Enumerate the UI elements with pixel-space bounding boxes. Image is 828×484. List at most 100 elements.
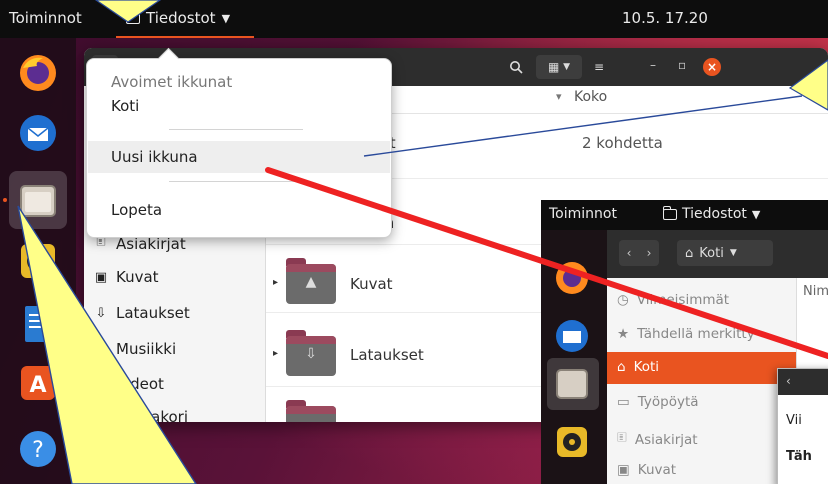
- hamburger-icon: ≡: [593, 60, 605, 74]
- search-button[interactable]: [504, 55, 528, 79]
- search-icon: [510, 61, 523, 74]
- popup-item-recent: Vii: [786, 413, 802, 428]
- row-name: Kuvat: [350, 275, 393, 293]
- menu-separator: [169, 129, 303, 130]
- sidebar-item-downloads[interactable]: ⇩ Lataukset: [94, 304, 190, 322]
- activities-button: Toiminnot: [549, 206, 617, 222]
- sidebar-item-label: Musiikki: [116, 340, 177, 358]
- image-icon: ▣: [94, 269, 108, 285]
- location-button: ⌂ Koti ▼: [677, 240, 773, 266]
- sidebar-item-recent: ◷ Viimeisimmät: [617, 292, 729, 308]
- files-icon[interactable]: [15, 178, 61, 224]
- app-menu-button: Tiedostot ▼: [662, 205, 761, 222]
- sidebar-item-label: Työpöytä: [637, 394, 699, 410]
- dock: A ?: [0, 38, 76, 484]
- thunderbird-icon: [552, 316, 592, 360]
- chevron-down-icon: ▼: [751, 207, 761, 221]
- grid-icon: ▦: [547, 60, 560, 74]
- sidebar-item-label: Viimeisimmät: [636, 292, 730, 308]
- downloads-folder-icon: ⇩: [286, 330, 336, 376]
- software-center-icon[interactable]: A: [15, 360, 61, 406]
- location-label: Koti: [699, 245, 724, 261]
- document-icon: 🗉: [617, 430, 627, 446]
- menu-item-quit[interactable]: Lopeta: [111, 201, 162, 219]
- column-header-size[interactable]: Koko: [574, 89, 607, 105]
- running-indicator: [3, 198, 7, 202]
- inset-header-bar: ‹ › ⌂ Koti ▼: [607, 230, 828, 278]
- svg-text:?: ?: [32, 438, 44, 463]
- app-menu-underline: [116, 36, 254, 38]
- sidebar-item-label: Asiakirjat: [634, 431, 698, 448]
- folder-icon: [286, 400, 336, 422]
- download-icon: ⇩: [95, 305, 107, 321]
- clock[interactable]: 10.5. 17.20: [622, 9, 708, 27]
- video-icon: ▶: [96, 376, 106, 392]
- home-icon: ⌂: [685, 245, 694, 261]
- menu-item-home[interactable]: Koti: [111, 97, 139, 115]
- image-icon: ▣: [617, 462, 630, 478]
- sidebar-item-label: Lataukset: [116, 304, 190, 322]
- popup-item-starred: Täh: [786, 449, 812, 464]
- writer-icon[interactable]: [15, 302, 61, 348]
- help-icon[interactable]: ?: [15, 426, 61, 472]
- inset-popup-window: ‹ Vii Täh: [777, 368, 828, 484]
- chevron-down-icon: ▼: [221, 11, 231, 25]
- sidebar-item-documents: 🗉 Asiakirjat: [617, 428, 698, 451]
- menu-button[interactable]: ≡: [586, 55, 612, 79]
- inset-sidebar: ◷ Viimeisimmät ★ Tähdellä merkitty ⌂ Koti ▭…: [607, 278, 797, 484]
- inset-top-bar: Toiminnot Tiedostot ▼: [541, 200, 828, 230]
- menu-separator: [169, 181, 303, 182]
- close-button[interactable]: ×: [703, 58, 721, 76]
- sidebar-item-label: Roskakori: [116, 408, 189, 422]
- firefox-icon[interactable]: [15, 50, 61, 96]
- app-menu-button[interactable]: Tiedostot ▼: [125, 9, 231, 27]
- view-toggle-button[interactable]: ▦ ▼: [536, 55, 582, 79]
- chevron-down-icon: ▼: [729, 248, 737, 258]
- rhythmbox-icon: [552, 422, 592, 466]
- svg-text:A: A: [29, 373, 46, 398]
- sidebar-item-videos[interactable]: ▶ Videot: [94, 375, 164, 393]
- folder-icon: [662, 205, 677, 220]
- sidebar-item-music[interactable]: ♫ Musiikki: [94, 340, 176, 358]
- minimize-button[interactable]: –: [650, 58, 656, 72]
- sidebar-item-trash[interactable]: 🗑 Roskakori: [94, 408, 188, 422]
- thunderbird-icon[interactable]: [15, 110, 61, 156]
- sidebar-item-pictures[interactable]: ▣ Kuvat: [94, 268, 159, 286]
- sidebar-item-label: Koti: [633, 359, 660, 375]
- expander-icon[interactable]: ▸: [273, 277, 278, 288]
- clock-icon: ◷: [617, 292, 629, 308]
- firefox-icon: [552, 258, 592, 302]
- inset-screenshot: Toiminnot Tiedostot ▼ ‹ › ⌂ Koti ▼ ◷ Vii…: [541, 200, 828, 484]
- music-icon: ♫: [95, 341, 107, 357]
- nav-buttons: ‹ ›: [619, 240, 659, 266]
- maximize-button[interactable]: ▫: [678, 58, 686, 72]
- rhythmbox-icon[interactable]: [15, 238, 61, 284]
- star-icon: ★: [617, 326, 630, 342]
- home-icon: ⌂: [617, 359, 626, 375]
- sidebar-item-desktop: ▭ Työpöytä: [617, 394, 699, 410]
- column-header-name: Nim: [803, 284, 828, 299]
- chevron-right-icon: ›: [646, 246, 652, 260]
- activities-button[interactable]: Toiminnot: [9, 9, 82, 27]
- row-size: 2 kohdetta: [582, 134, 663, 152]
- chevron-down-icon: ▼: [563, 62, 571, 72]
- files-icon: [552, 364, 592, 408]
- trash-icon: 🗑: [94, 409, 111, 423]
- menu-item-new-window[interactable]: Uusi ikkuna: [111, 148, 198, 166]
- top-bar: Toiminnot Tiedostot ▼ 10.5. 17.20: [0, 0, 828, 38]
- sort-arrow-icon: ▾: [556, 90, 562, 103]
- row-name: Lataukset: [350, 346, 424, 364]
- sidebar-item-label: Videot: [116, 375, 164, 393]
- desktop-icon: ▭: [617, 394, 630, 410]
- sidebar-item-label: Kuvat: [116, 268, 159, 286]
- app-menu-popover: Avoimet ikkunat Koti Uusi ikkuna Lopeta: [86, 58, 392, 238]
- menu-section-title: Avoimet ikkunat: [111, 73, 233, 91]
- sidebar-item-starred: ★ Tähdellä merkitty: [617, 326, 755, 342]
- expander-icon[interactable]: ▸: [273, 348, 278, 359]
- sidebar-item-pictures: ▣ Kuvat: [617, 462, 676, 478]
- app-menu-label: Tiedostot: [146, 9, 216, 27]
- pictures-folder-icon: ▲: [286, 258, 336, 304]
- app-menu-label: Tiedostot: [682, 206, 747, 222]
- folder-icon: [125, 9, 140, 24]
- sidebar-item-home: ⌂ Koti: [617, 359, 659, 375]
